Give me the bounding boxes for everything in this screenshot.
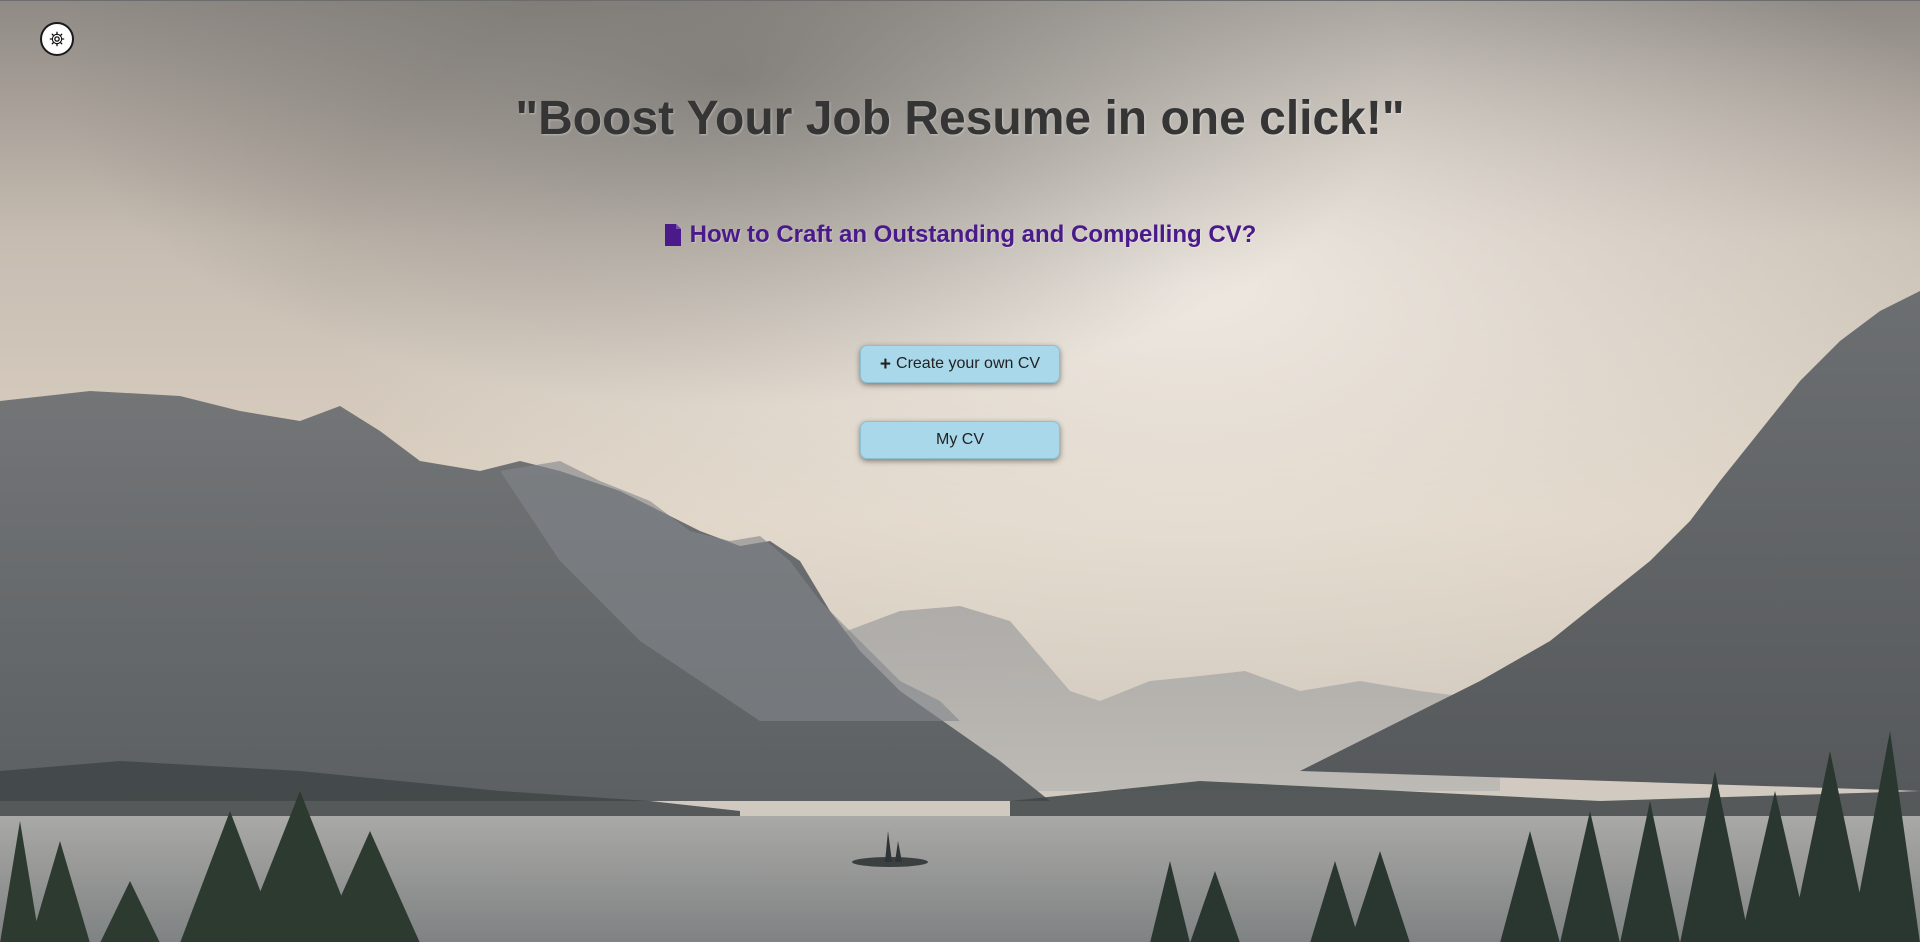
document-icon (664, 224, 681, 246)
page-title: "Boost Your Job Resume in one click!" (515, 92, 1405, 145)
cv-guide-link[interactable]: How to Craft an Outstanding and Compelli… (0, 221, 1920, 249)
gear-icon (49, 31, 65, 47)
my-cv-button[interactable]: My CV (860, 421, 1060, 459)
plus-icon: + (879, 353, 892, 375)
page: "Boost Your Job Resume in one click!" Ho… (0, 0, 1920, 942)
create-cv-button-label: Create your own CV (896, 355, 1041, 372)
my-cv-button-label: My CV (936, 431, 984, 448)
create-cv-button[interactable]: + Create your own CV (860, 345, 1060, 383)
cv-guide-link-text: How to Craft an Outstanding and Compelli… (689, 221, 1257, 248)
theme-toggle-button[interactable] (40, 22, 74, 56)
